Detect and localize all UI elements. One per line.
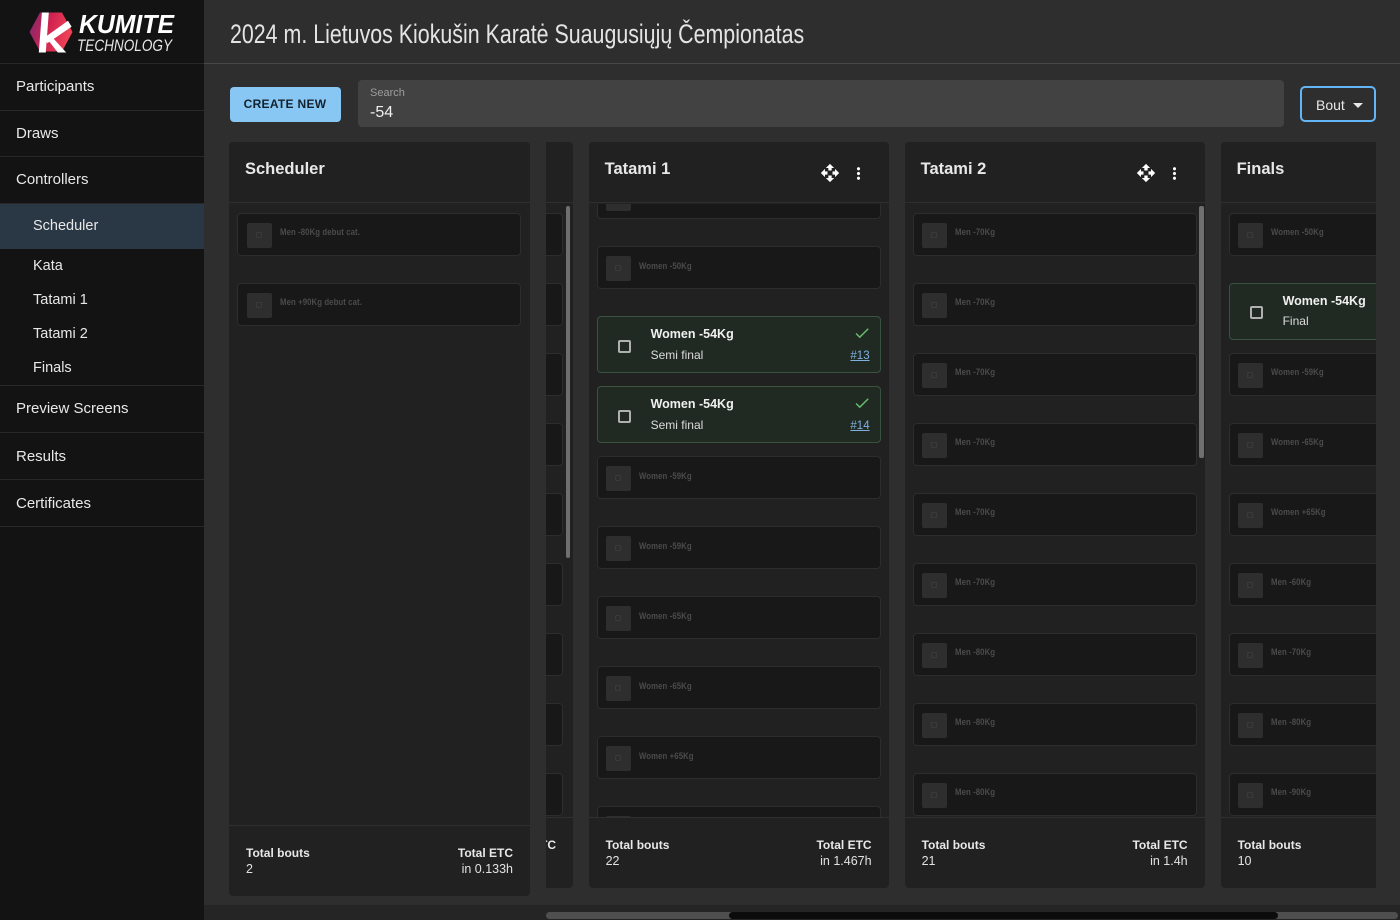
svg-text:KUMITE: KUMITE (79, 10, 175, 39)
svg-text:TECHNOLOGY: TECHNOLOGY (77, 36, 173, 54)
